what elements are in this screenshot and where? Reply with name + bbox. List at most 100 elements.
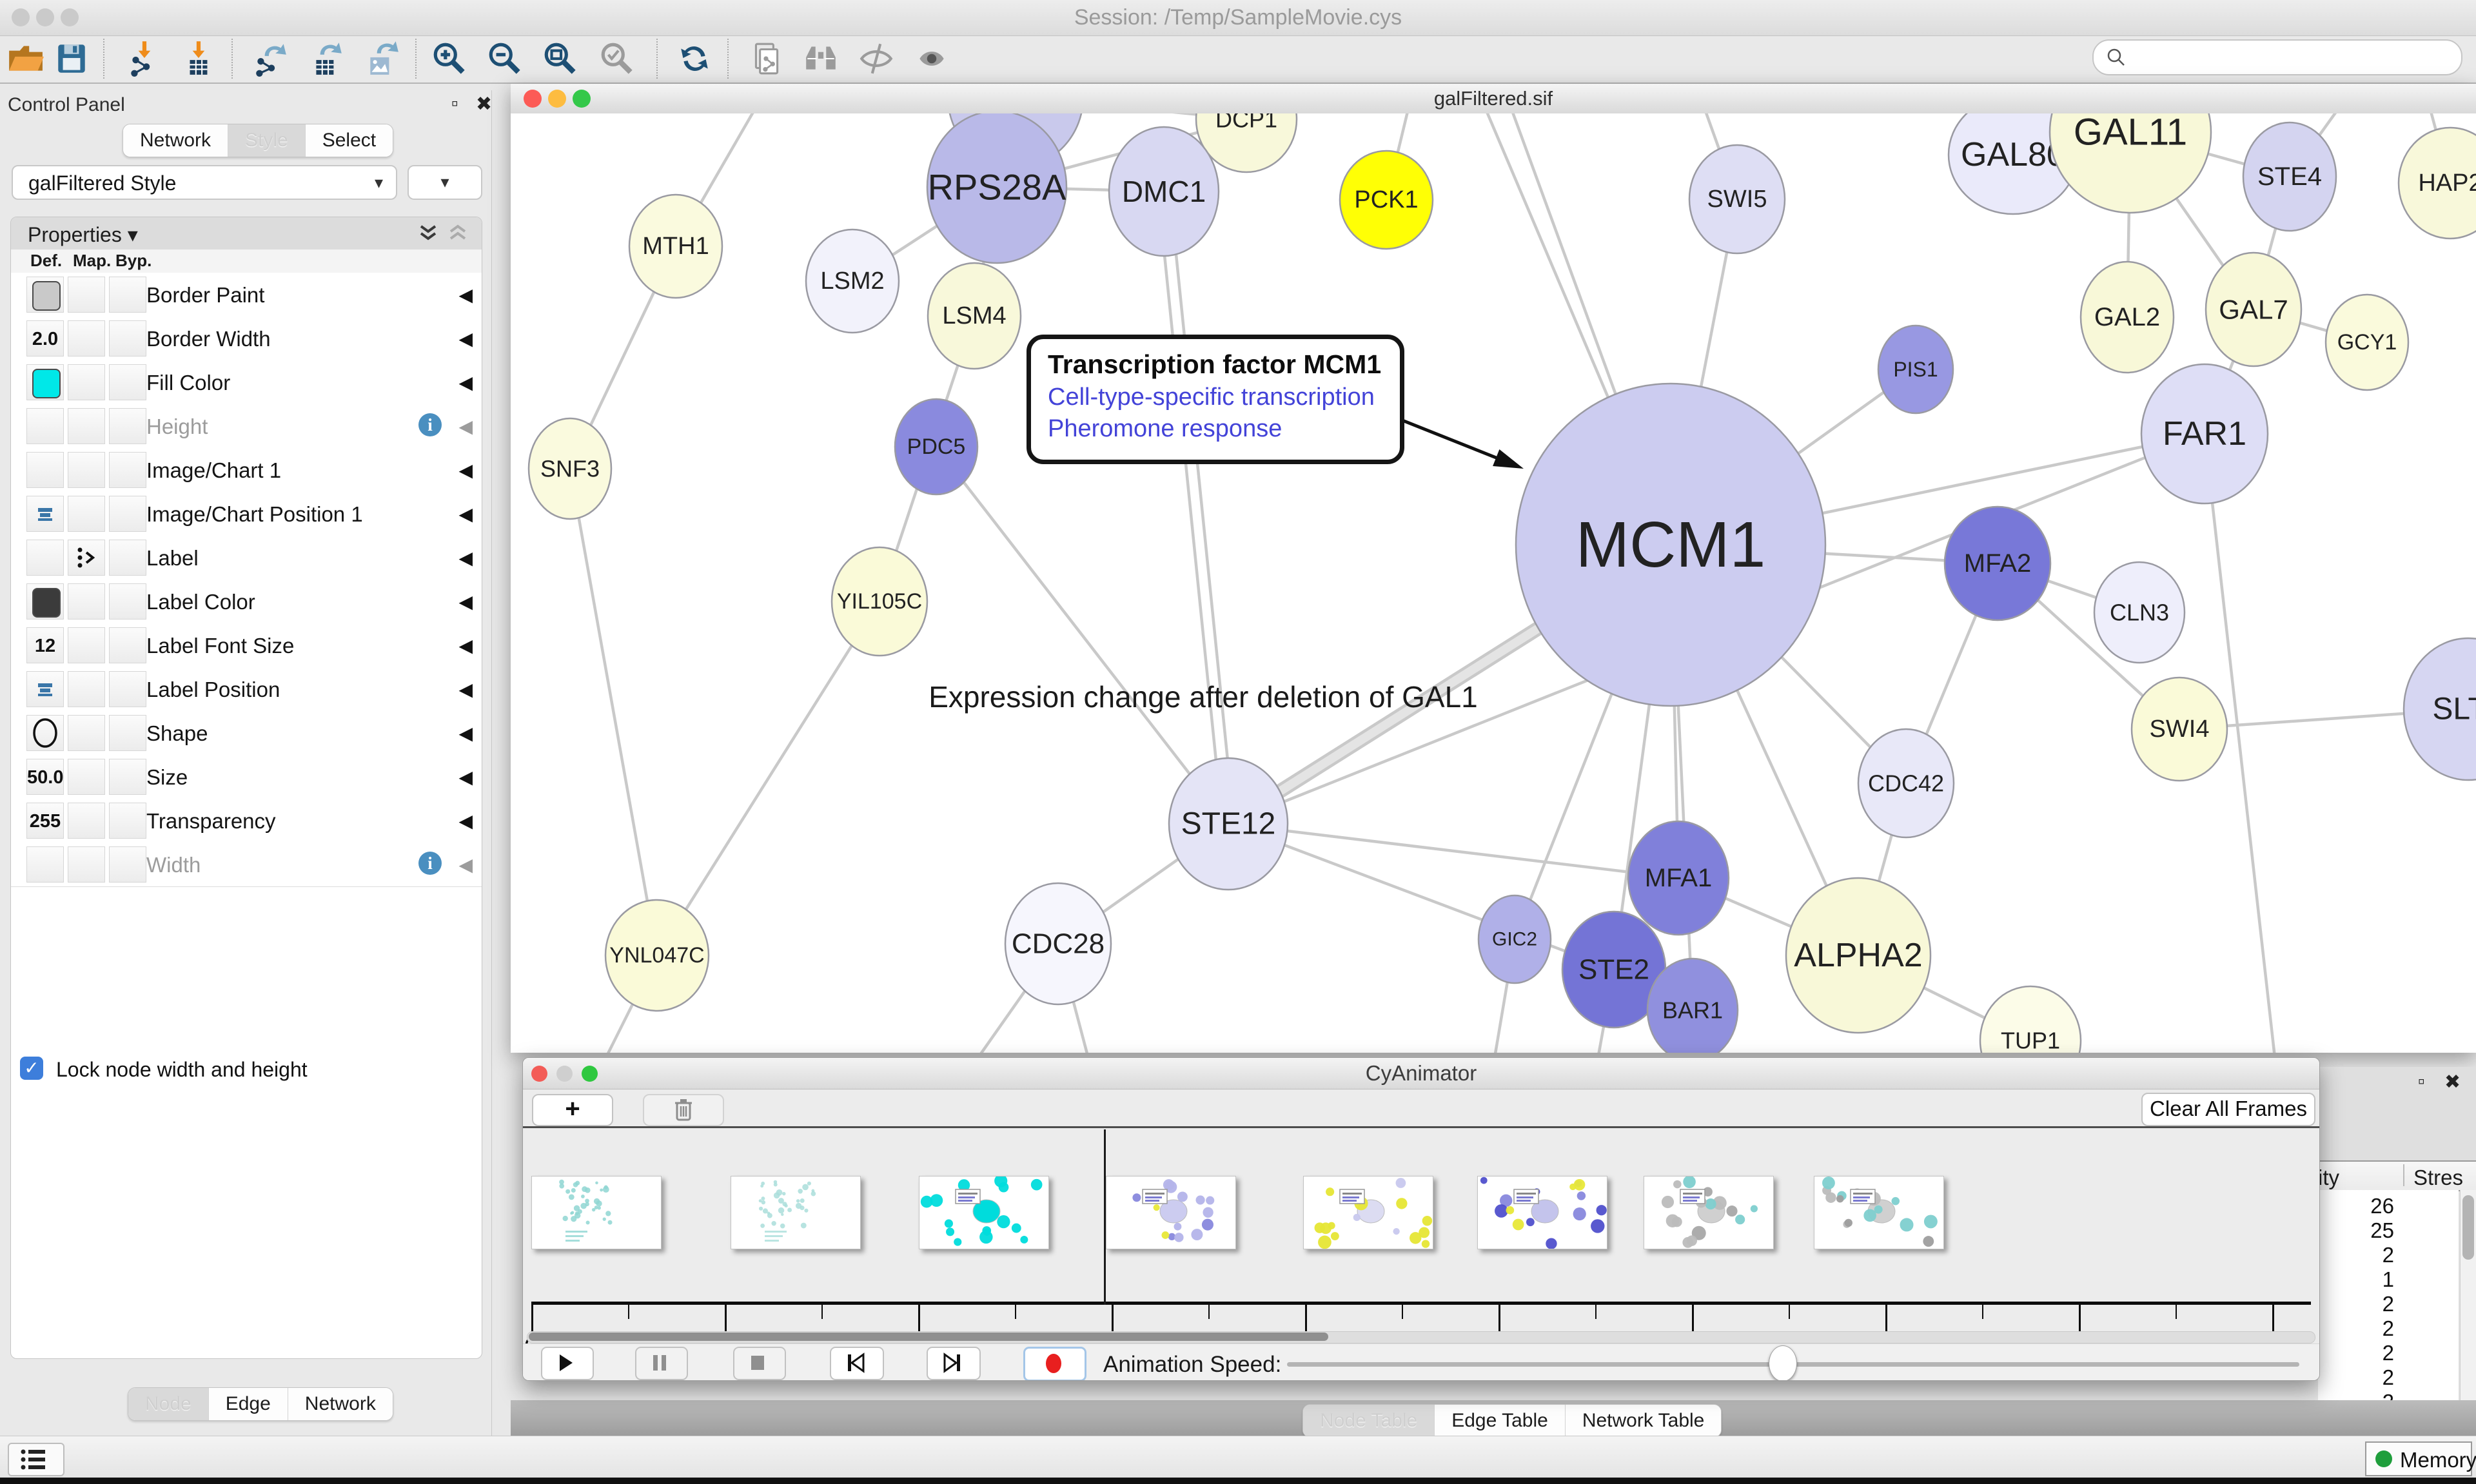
bypass-cell[interactable]: [109, 277, 146, 313]
float-panel-icon[interactable]: ▫: [2418, 1071, 2425, 1093]
close-window-icon[interactable]: [12, 8, 30, 26]
delete-frame-button[interactable]: [643, 1094, 724, 1126]
expand-row-icon[interactable]: ◀: [458, 854, 473, 875]
close-panel-icon[interactable]: ✖: [476, 93, 492, 115]
tab-node[interactable]: Node: [128, 1388, 209, 1420]
skip-end-button[interactable]: [927, 1347, 981, 1380]
network-node-HAP2[interactable]: HAP2: [2399, 128, 2476, 239]
annotation-link[interactable]: Pheromone response: [1048, 415, 1383, 443]
close-window-icon[interactable]: [524, 90, 542, 108]
mapping-cell[interactable]: [68, 715, 105, 751]
mapping-cell[interactable]: [68, 540, 105, 576]
network-node-YIL105C[interactable]: YIL105C: [832, 547, 927, 656]
property-row-width[interactable]: Widthi◀: [11, 843, 482, 887]
minimize-window-icon[interactable]: [36, 8, 54, 26]
zoom-out-button[interactable]: [486, 40, 524, 77]
timeline-frame-0[interactable]: [531, 1176, 662, 1249]
network-node-PCK1[interactable]: PCK1: [1340, 151, 1433, 249]
network-node-YNL047C[interactable]: YNL047C: [605, 900, 709, 1011]
binoculars-button[interactable]: [802, 40, 840, 77]
timeline-frame-4[interactable]: [1303, 1176, 1433, 1249]
table-column-degree[interactable]: ity: [2318, 1166, 2339, 1190]
default-value-cell[interactable]: [26, 364, 64, 400]
expand-row-icon[interactable]: ◀: [458, 416, 473, 437]
skip-start-button[interactable]: [830, 1347, 884, 1380]
float-panel-icon[interactable]: ▫: [451, 93, 458, 115]
network-node-SLT2[interactable]: SLT2: [2404, 638, 2476, 780]
table-cell-value[interactable]: 2: [2318, 1243, 2394, 1267]
property-row-image-chart-1[interactable]: Image/Chart 1◀: [11, 448, 482, 493]
timeline-frame-5[interactable]: [1477, 1176, 1607, 1249]
search-input[interactable]: [2134, 43, 2446, 70]
default-value-cell[interactable]: [26, 846, 64, 883]
property-row-label[interactable]: Label◀: [11, 536, 482, 580]
table-cell-value[interactable]: 2: [2318, 1316, 2394, 1341]
zoom-window-icon[interactable]: [573, 90, 591, 108]
bypass-cell[interactable]: [109, 583, 146, 620]
mapping-cell[interactable]: [68, 364, 105, 400]
expand-row-icon[interactable]: ◀: [458, 328, 473, 349]
network-node-FAR1[interactable]: FAR1: [2141, 364, 2268, 503]
timeline-frame-1[interactable]: [731, 1176, 861, 1249]
default-value-cell[interactable]: [26, 408, 64, 444]
bypass-cell[interactable]: [109, 627, 146, 663]
network-node-GIC2[interactable]: GIC2: [1479, 895, 1551, 983]
network-edge[interactable]: [936, 447, 1228, 824]
default-value-cell[interactable]: 12: [26, 627, 64, 663]
network-node-SNF3[interactable]: SNF3: [529, 418, 611, 519]
expand-all-icon[interactable]: [417, 224, 439, 243]
timeline-frame-7[interactable]: [1814, 1176, 1944, 1249]
network-node-TUP1[interactable]: TUP1: [1980, 986, 2081, 1053]
info-icon[interactable]: i: [418, 852, 442, 875]
mapping-cell[interactable]: [68, 408, 105, 444]
network-edge[interactable]: [1228, 824, 1678, 878]
bypass-cell[interactable]: [109, 452, 146, 488]
network-node-STE12[interactable]: STE12: [1169, 758, 1288, 890]
mapping-cell[interactable]: [68, 627, 105, 663]
network-node-GCY1[interactable]: GCY1: [2326, 295, 2408, 390]
column-divider[interactable]: [2403, 1164, 2404, 1186]
speed-slider-handle[interactable]: [1769, 1345, 1797, 1381]
property-row-transparency[interactable]: 255Transparency◀: [11, 799, 482, 843]
network-edge[interactable]: [1170, 191, 1234, 823]
table-cell-value[interactable]: 2: [2318, 1341, 2394, 1365]
bypass-cell[interactable]: [109, 715, 146, 751]
timeline-frame-2[interactable]: [919, 1176, 1049, 1249]
default-value-cell[interactable]: 50.0: [26, 759, 64, 795]
expand-row-icon[interactable]: ◀: [458, 591, 473, 612]
default-value-cell[interactable]: 255: [26, 803, 64, 839]
zoom-window-icon[interactable]: [61, 8, 79, 26]
export-image-button[interactable]: [364, 40, 401, 77]
property-row-image-chart-position-1[interactable]: Image/Chart Position 1◀: [11, 492, 482, 536]
default-value-cell[interactable]: [26, 540, 64, 576]
network-edge[interactable]: [657, 601, 879, 955]
minimize-window-icon[interactable]: [556, 1066, 573, 1082]
expand-row-icon[interactable]: ◀: [458, 679, 473, 700]
bypass-cell[interactable]: [109, 364, 146, 400]
properties-header[interactable]: Properties ▾: [11, 217, 482, 250]
property-row-label-font-size[interactable]: 12Label Font Size◀: [11, 623, 482, 668]
network-node-LSM4[interactable]: LSM4: [928, 263, 1021, 369]
scrollbar-thumb[interactable]: [2462, 1195, 2474, 1260]
default-value-cell[interactable]: [26, 715, 64, 751]
panel-list-button[interactable]: [8, 1443, 64, 1476]
import-network-button[interactable]: [126, 40, 164, 77]
expand-row-icon[interactable]: ◀: [458, 503, 473, 525]
tab-network[interactable]: Network: [288, 1388, 393, 1420]
tab-edge[interactable]: Edge: [209, 1388, 288, 1420]
bypass-cell[interactable]: [109, 496, 146, 532]
expand-row-icon[interactable]: ◀: [458, 284, 473, 306]
record-button[interactable]: [1023, 1347, 1086, 1381]
export-network-button[interactable]: [253, 40, 290, 77]
network-node-SWI4[interactable]: SWI4: [2132, 678, 2227, 781]
network-node-STE4[interactable]: STE4: [2243, 122, 2336, 231]
network-node-LSM2[interactable]: LSM2: [806, 229, 899, 333]
property-row-label-color[interactable]: Label Color◀: [11, 580, 482, 624]
network-node-MCM1[interactable]: MCM1: [1516, 384, 1825, 706]
network-node-MFA1[interactable]: MFA1: [1628, 821, 1729, 935]
property-row-shape[interactable]: Shape◀: [11, 711, 482, 756]
property-row-label-position[interactable]: Label Position◀: [11, 667, 482, 712]
network-node-PIS1[interactable]: PIS1: [1878, 326, 1953, 413]
minimize-window-icon[interactable]: [548, 90, 566, 108]
collapse-all-icon[interactable]: [447, 224, 469, 243]
